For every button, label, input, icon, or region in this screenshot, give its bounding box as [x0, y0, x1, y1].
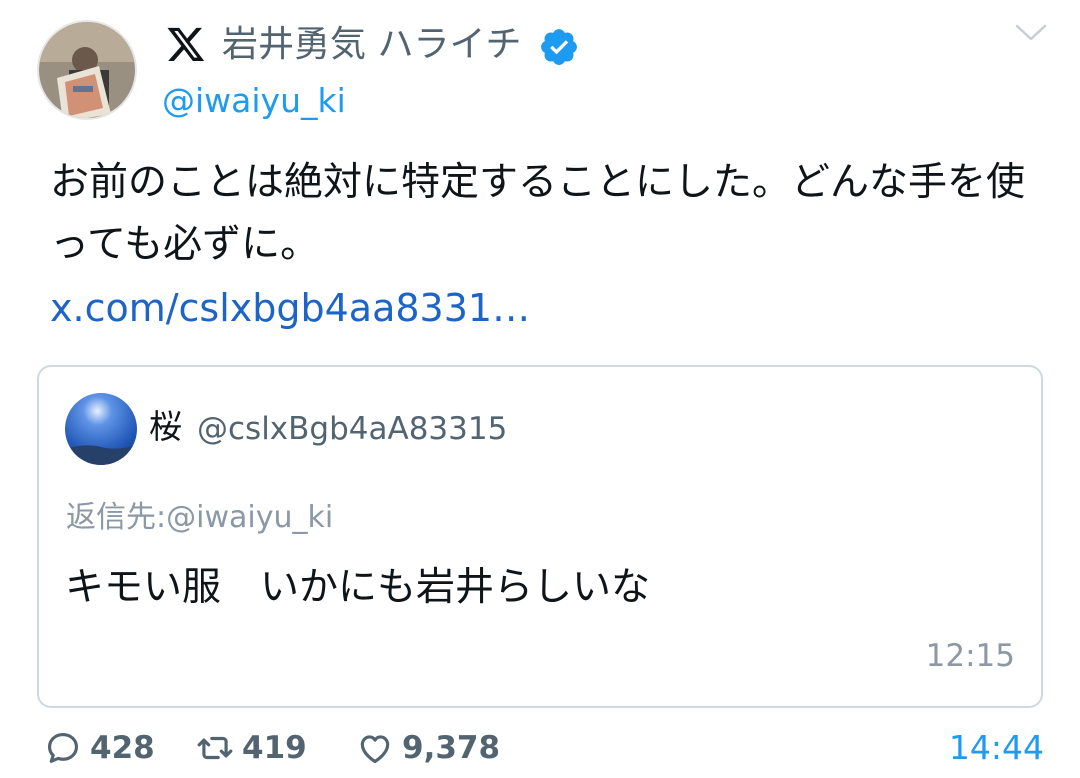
tweet-timestamp[interactable]: 14:44 [949, 726, 1044, 770]
engagement-bar: 428 419 9,378 [44, 726, 1044, 770]
author-display-name[interactable]: 岩井勇気 ハライチ [222, 22, 521, 68]
x-logo-icon [167, 27, 205, 61]
chevron-down-icon[interactable] [1014, 20, 1048, 44]
author-handle[interactable]: @iwaiyu_ki [162, 80, 346, 122]
profile-photo [39, 22, 135, 118]
retweet-icon [197, 736, 233, 760]
retweet-button[interactable]: 419 [196, 726, 307, 770]
like-count: 9,378 [402, 730, 501, 766]
quote-avatar[interactable] [65, 393, 137, 465]
quote-text: キモい服 いかにも岩井らしいな [65, 565, 651, 610]
reply-button[interactable]: 428 [44, 726, 155, 770]
verified-badge-icon [541, 29, 577, 65]
quote-timestamp: 12:15 [925, 638, 1015, 674]
quote-author-handle[interactable]: @cslxBgb4aA83315 [197, 407, 507, 451]
tweet-link[interactable]: x.com/cslxbgb4aa8331… [50, 282, 530, 334]
quoted-tweet[interactable]: 桜 @cslxBgb4aA83315 返信先:@iwaiyu_ki キモい服 い… [37, 365, 1043, 708]
quote-reply-to: 返信先:@iwaiyu_ki [66, 500, 334, 535]
retweet-count: 419 [242, 730, 307, 766]
heart-icon [360, 735, 390, 764]
tweet-text: お前のことは絶対に特定することにした。どんな手を使っても必ずに。 [50, 160, 1026, 267]
quote-author-name[interactable]: 桜 [149, 405, 182, 449]
quote-avatar-image [65, 393, 137, 465]
comment-icon [47, 732, 79, 763]
like-button[interactable]: 9,378 [356, 726, 500, 770]
author-avatar[interactable] [37, 20, 137, 120]
reply-count: 428 [90, 730, 155, 766]
